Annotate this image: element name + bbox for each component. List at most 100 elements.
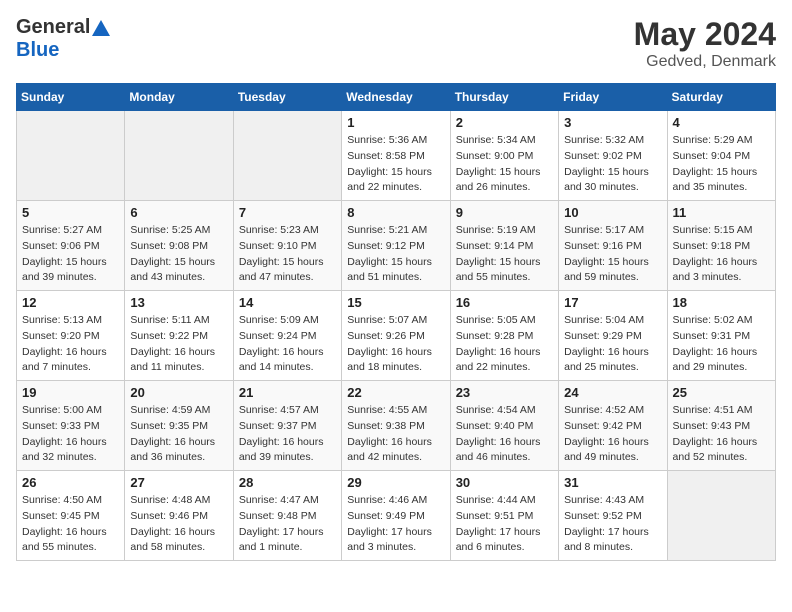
col-wednesday: Wednesday xyxy=(342,84,450,111)
day-number: 18 xyxy=(673,295,770,310)
day-info: Sunrise: 5:05 AMSunset: 9:28 PMDaylight:… xyxy=(456,313,553,376)
day-number: 14 xyxy=(239,295,336,310)
day-number: 11 xyxy=(673,205,770,220)
day-info: Sunrise: 5:27 AMSunset: 9:06 PMDaylight:… xyxy=(22,223,119,286)
calendar-cell xyxy=(17,111,125,201)
logo: General Blue xyxy=(16,16,110,62)
calendar-cell: 12Sunrise: 5:13 AMSunset: 9:20 PMDayligh… xyxy=(17,291,125,381)
calendar-cell: 14 Sunrise: 5:09 AMSunset: 9:24 PMDayligh… xyxy=(233,291,341,381)
day-number: 26 xyxy=(22,475,119,490)
calendar-cell: 21Sunrise: 4:57 AMSunset: 9:37 PMDayligh… xyxy=(233,381,341,471)
calendar-cell: 17Sunrise: 5:04 AMSunset: 9:29 PMDayligh… xyxy=(559,291,667,381)
day-number: 22 xyxy=(347,385,444,400)
day-number: 16 xyxy=(456,295,553,310)
logo-blue-text: Blue xyxy=(16,39,59,61)
col-thursday: Thursday xyxy=(450,84,558,111)
day-number: 2 xyxy=(456,115,553,130)
calendar-cell: 31 Sunrise: 4:43 AMSunset: 9:52 PMDayligh… xyxy=(559,471,667,561)
day-info: Sunrise: 4:47 AMSunset: 9:48 PMDaylight:… xyxy=(239,493,336,556)
day-number: 28 xyxy=(239,475,336,490)
day-number: 13 xyxy=(130,295,227,310)
calendar-cell: 19 Sunrise: 5:00 AMSunset: 9:33 PMDayligh… xyxy=(17,381,125,471)
day-number: 15 xyxy=(347,295,444,310)
calendar-cell: 20Sunrise: 4:59 AMSunset: 9:35 PMDayligh… xyxy=(125,381,233,471)
day-number: 1 xyxy=(347,115,444,130)
day-info: Sunrise: 4:50 AMSunset: 9:45 PMDaylight:… xyxy=(22,493,119,556)
day-number: 20 xyxy=(130,385,227,400)
calendar-week-row: 5 Sunrise: 5:27 AMSunset: 9:06 PMDaylight… xyxy=(17,201,776,291)
day-number: 29 xyxy=(347,475,444,490)
calendar-cell xyxy=(233,111,341,201)
logo-triangle-icon xyxy=(92,20,110,36)
day-info: Sunrise: 4:55 AMSunset: 9:38 PMDaylight:… xyxy=(347,403,444,466)
calendar-cell: 30 Sunrise: 4:44 AMSunset: 9:51 PMDayligh… xyxy=(450,471,558,561)
col-sunday: Sunday xyxy=(17,84,125,111)
day-info: Sunrise: 4:54 AMSunset: 9:40 PMDaylight:… xyxy=(456,403,553,466)
day-info: Sunrise: 4:51 AMSunset: 9:43 PMDaylight:… xyxy=(673,403,770,466)
page-header: General Blue May 2024 Gedved, Denmark xyxy=(16,16,776,71)
day-info: Sunrise: 4:57 AMSunset: 9:37 PMDaylight:… xyxy=(239,403,336,466)
calendar-cell xyxy=(667,471,775,561)
calendar-cell: 23Sunrise: 4:54 AMSunset: 9:40 PMDayligh… xyxy=(450,381,558,471)
day-info: Sunrise: 5:19 AMSunset: 9:14 PMDaylight:… xyxy=(456,223,553,286)
calendar-cell: 6Sunrise: 5:25 AMSunset: 9:08 PMDaylight… xyxy=(125,201,233,291)
day-number: 4 xyxy=(673,115,770,130)
day-number: 12 xyxy=(22,295,119,310)
col-monday: Monday xyxy=(125,84,233,111)
calendar-cell xyxy=(125,111,233,201)
day-info: Sunrise: 5:34 AMSunset: 9:00 PMDaylight:… xyxy=(456,133,553,196)
calendar-table: Sunday Monday Tuesday Wednesday Thursday… xyxy=(16,83,776,561)
day-info: Sunrise: 4:48 AMSunset: 9:46 PMDaylight:… xyxy=(130,493,227,556)
day-number: 24 xyxy=(564,385,661,400)
day-number: 25 xyxy=(673,385,770,400)
day-info: Sunrise: 4:43 AMSunset: 9:52 PMDaylight:… xyxy=(564,493,661,556)
calendar-week-row: 12Sunrise: 5:13 AMSunset: 9:20 PMDayligh… xyxy=(17,291,776,381)
day-info: Sunrise: 5:00 AMSunset: 9:33 PMDaylight:… xyxy=(22,403,119,466)
day-info: Sunrise: 4:46 AMSunset: 9:49 PMDaylight:… xyxy=(347,493,444,556)
day-number: 3 xyxy=(564,115,661,130)
day-number: 30 xyxy=(456,475,553,490)
day-info: Sunrise: 5:25 AMSunset: 9:08 PMDaylight:… xyxy=(130,223,227,286)
calendar-header-row: Sunday Monday Tuesday Wednesday Thursday… xyxy=(17,84,776,111)
calendar-cell: 5 Sunrise: 5:27 AMSunset: 9:06 PMDaylight… xyxy=(17,201,125,291)
day-info: Sunrise: 5:21 AMSunset: 9:12 PMDaylight:… xyxy=(347,223,444,286)
calendar-week-row: 26 Sunrise: 4:50 AMSunset: 9:45 PMDayligh… xyxy=(17,471,776,561)
day-info: Sunrise: 5:11 AMSunset: 9:22 PMDaylight:… xyxy=(130,313,227,376)
calendar-cell: 7 Sunrise: 5:23 AMSunset: 9:10 PMDaylight… xyxy=(233,201,341,291)
logo-general-text: General xyxy=(16,16,90,39)
calendar-week-row: 1Sunrise: 5:36 AMSunset: 8:58 PMDaylight… xyxy=(17,111,776,201)
calendar-cell: 4 Sunrise: 5:29 AMSunset: 9:04 PMDaylight… xyxy=(667,111,775,201)
calendar-cell: 1Sunrise: 5:36 AMSunset: 8:58 PMDaylight… xyxy=(342,111,450,201)
day-info: Sunrise: 5:04 AMSunset: 9:29 PMDaylight:… xyxy=(564,313,661,376)
day-info: Sunrise: 4:44 AMSunset: 9:51 PMDaylight:… xyxy=(456,493,553,556)
calendar-cell: 25 Sunrise: 4:51 AMSunset: 9:43 PMDayligh… xyxy=(667,381,775,471)
calendar-cell: 15Sunrise: 5:07 AMSunset: 9:26 PMDayligh… xyxy=(342,291,450,381)
day-number: 27 xyxy=(130,475,227,490)
calendar-cell: 24 Sunrise: 4:52 AMSunset: 9:42 PMDayligh… xyxy=(559,381,667,471)
day-info: Sunrise: 4:52 AMSunset: 9:42 PMDaylight:… xyxy=(564,403,661,466)
day-number: 5 xyxy=(22,205,119,220)
calendar-cell: 29 Sunrise: 4:46 AMSunset: 9:49 PMDayligh… xyxy=(342,471,450,561)
day-info: Sunrise: 5:15 AMSunset: 9:18 PMDaylight:… xyxy=(673,223,770,286)
day-info: Sunrise: 5:02 AMSunset: 9:31 PMDaylight:… xyxy=(673,313,770,376)
calendar-cell: 9Sunrise: 5:19 AMSunset: 9:14 PMDaylight… xyxy=(450,201,558,291)
calendar-cell: 16 Sunrise: 5:05 AMSunset: 9:28 PMDayligh… xyxy=(450,291,558,381)
day-info: Sunrise: 5:29 AMSunset: 9:04 PMDaylight:… xyxy=(673,133,770,196)
day-number: 31 xyxy=(564,475,661,490)
day-number: 19 xyxy=(22,385,119,400)
calendar-cell: 10Sunrise: 5:17 AMSunset: 9:16 PMDayligh… xyxy=(559,201,667,291)
calendar-month-title: May 2024 xyxy=(634,16,776,53)
calendar-cell: 26 Sunrise: 4:50 AMSunset: 9:45 PMDayligh… xyxy=(17,471,125,561)
day-number: 8 xyxy=(347,205,444,220)
calendar-week-row: 19 Sunrise: 5:00 AMSunset: 9:33 PMDayligh… xyxy=(17,381,776,471)
day-info: Sunrise: 5:23 AMSunset: 9:10 PMDaylight:… xyxy=(239,223,336,286)
day-info: Sunrise: 5:32 AMSunset: 9:02 PMDaylight:… xyxy=(564,133,661,196)
day-info: Sunrise: 5:09 AMSunset: 9:24 PMDaylight:… xyxy=(239,313,336,376)
calendar-cell: 2 Sunrise: 5:34 AMSunset: 9:00 PMDaylight… xyxy=(450,111,558,201)
calendar-cell: 8 Sunrise: 5:21 AMSunset: 9:12 PMDaylight… xyxy=(342,201,450,291)
calendar-cell: 28 Sunrise: 4:47 AMSunset: 9:48 PMDayligh… xyxy=(233,471,341,561)
calendar-title-block: May 2024 Gedved, Denmark xyxy=(634,16,776,71)
day-number: 7 xyxy=(239,205,336,220)
day-number: 10 xyxy=(564,205,661,220)
col-tuesday: Tuesday xyxy=(233,84,341,111)
